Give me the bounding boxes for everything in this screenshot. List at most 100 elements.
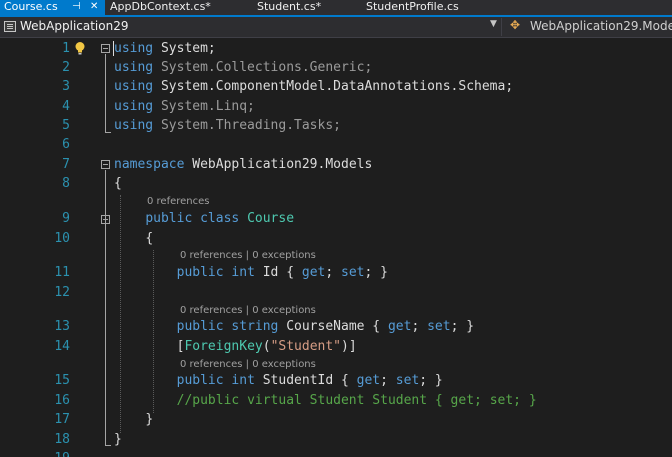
- keyword: get: [387, 319, 412, 334]
- line-number: 15: [54, 373, 70, 388]
- collapse-using-block-icon[interactable]: [101, 44, 110, 53]
- code-text: )]: [341, 339, 357, 354]
- code-text: ;: [411, 319, 428, 334]
- line-number: 19: [0, 450, 70, 457]
- collapse-namespace-icon[interactable]: [101, 160, 110, 169]
- code-text: CourseName {: [278, 319, 388, 334]
- code-line-18[interactable]: }: [114, 431, 122, 449]
- keyword: using: [114, 60, 154, 75]
- type-name: Course: [247, 211, 295, 226]
- keyword: using: [114, 41, 154, 56]
- keyword: set: [395, 373, 420, 388]
- pin-icon[interactable]: ⊣: [72, 0, 81, 14]
- code-text: }: [114, 432, 122, 447]
- codelens-separator: |: [242, 305, 253, 316]
- codelens-studentid[interactable]: 0 references | 0 exceptions: [180, 358, 316, 372]
- keyword: get: [301, 265, 326, 280]
- outline-end: [105, 445, 111, 446]
- exceptions-link[interactable]: 0 exceptions: [252, 305, 316, 316]
- lightbulb-icon[interactable]: [73, 41, 87, 55]
- code-text: StudentId {: [254, 373, 357, 388]
- code-line-7[interactable]: namespace WebApplication29.Models: [114, 156, 372, 174]
- line-number: 8: [62, 176, 70, 191]
- tab-studentprofile-cs[interactable]: StudentProfile.cs: [360, 0, 490, 15]
- line-number: 11: [54, 265, 70, 280]
- references-link[interactable]: 0 references: [180, 305, 243, 316]
- code-text: ; }: [364, 265, 388, 280]
- line-number: 3: [62, 79, 70, 94]
- keyword: using: [114, 118, 154, 133]
- keyword: using: [114, 79, 154, 94]
- keyword: public class: [145, 211, 240, 226]
- outline-end: [105, 132, 111, 133]
- code-line-15[interactable]: public int StudentId { get; set; }: [114, 372, 443, 390]
- tab-label: AppDbContext.cs*: [110, 0, 211, 13]
- code-line-8[interactable]: {: [114, 175, 122, 193]
- tab-course-cs[interactable]: Course.cs ⊣ ✕: [0, 0, 105, 15]
- exceptions-link[interactable]: 0 exceptions: [252, 250, 316, 261]
- line-number: 6: [62, 137, 70, 152]
- tab-label: StudentProfile.cs: [366, 0, 459, 13]
- code-text: WebApplication29.Models: [184, 157, 373, 172]
- references-link[interactable]: 0 references: [180, 359, 243, 370]
- keyword: public int: [176, 265, 255, 280]
- keyword: public string: [176, 319, 279, 334]
- code-text: {: [114, 176, 122, 191]
- keyword: using: [114, 99, 154, 114]
- code-editor[interactable]: 1 2 3 4 5 6 7 8 9 10 11 12 13 14 15 16 1…: [0, 38, 672, 457]
- tab-label: Student.cs*: [257, 0, 322, 13]
- line-number: 9: [62, 211, 70, 226]
- references-link[interactable]: 0 references: [180, 250, 243, 261]
- codelens-coursename[interactable]: 0 references | 0 exceptions: [180, 304, 316, 318]
- keyword: get: [356, 373, 381, 388]
- close-icon[interactable]: ✕: [90, 0, 98, 14]
- type-name: ForeignKey: [184, 339, 263, 354]
- navigation-bar: WebApplication29 ▼ ✥ WebApplication29.Mo…: [0, 17, 672, 38]
- keyword: set: [427, 319, 451, 334]
- code-text: ;: [380, 373, 396, 388]
- code-line-16[interactable]: //public virtual Student Student { get; …: [114, 392, 537, 410]
- project-dropdown[interactable]: WebApplication29 ▼: [0, 18, 502, 36]
- line-number: 4: [62, 99, 70, 114]
- code-text: (: [262, 339, 271, 354]
- line-number: 17: [54, 412, 70, 427]
- outline-line: [105, 54, 106, 132]
- line-number: 13: [54, 319, 70, 334]
- code-text: System.Linq;: [153, 99, 255, 114]
- code-text: Id {: [254, 265, 302, 280]
- code-line-1[interactable]: using System;: [114, 40, 216, 58]
- codelens-id[interactable]: 0 references | 0 exceptions: [180, 249, 316, 263]
- references-link[interactable]: 0 references: [147, 196, 210, 207]
- tab-student-cs[interactable]: Student.cs*: [255, 0, 360, 15]
- class-icon: ✥: [510, 18, 521, 32]
- chevron-down-icon: ▼: [490, 19, 497, 29]
- code-line-14[interactable]: [ForeignKey("Student")]: [114, 338, 357, 356]
- codelens-separator: |: [242, 359, 253, 370]
- codelens-references[interactable]: 0 references: [147, 195, 210, 209]
- code-line-13[interactable]: public string CourseName { get; set; }: [114, 318, 474, 336]
- code-text: System;: [153, 41, 216, 56]
- exceptions-link[interactable]: 0 exceptions: [252, 359, 316, 370]
- code-line-2[interactable]: using System.Collections.Generic;: [114, 59, 372, 77]
- tab-appdbcontext-cs[interactable]: AppDbContext.cs*: [105, 0, 255, 15]
- code-text: ; }: [450, 319, 475, 334]
- keyword: public int: [176, 373, 255, 388]
- code-line-17[interactable]: }: [114, 411, 153, 429]
- codelens-separator: |: [242, 250, 253, 261]
- line-number: 16: [54, 393, 70, 408]
- line-number: 12: [54, 285, 70, 300]
- line-number: 2: [62, 60, 70, 75]
- project-name: WebApplication29: [20, 19, 129, 33]
- line-number: 1: [62, 41, 70, 56]
- code-line-3[interactable]: using System.ComponentModel.DataAnnotati…: [114, 78, 513, 96]
- collapse-class-icon[interactable]: [101, 215, 110, 224]
- code-line-9[interactable]: public class Course: [114, 210, 294, 228]
- line-number: 7: [62, 157, 70, 172]
- code-line-10[interactable]: {: [114, 230, 153, 248]
- code-line-4[interactable]: using System.Linq;: [114, 98, 255, 116]
- code-text: System.Collections.Generic;: [153, 60, 373, 75]
- string-literal: "Student": [270, 339, 342, 354]
- type-scope-dropdown[interactable]: ✥ WebApplication29.Models.Course: [504, 18, 672, 36]
- code-line-5[interactable]: using System.Threading.Tasks;: [114, 117, 341, 135]
- code-line-11[interactable]: public int Id { get; set; }: [114, 264, 388, 282]
